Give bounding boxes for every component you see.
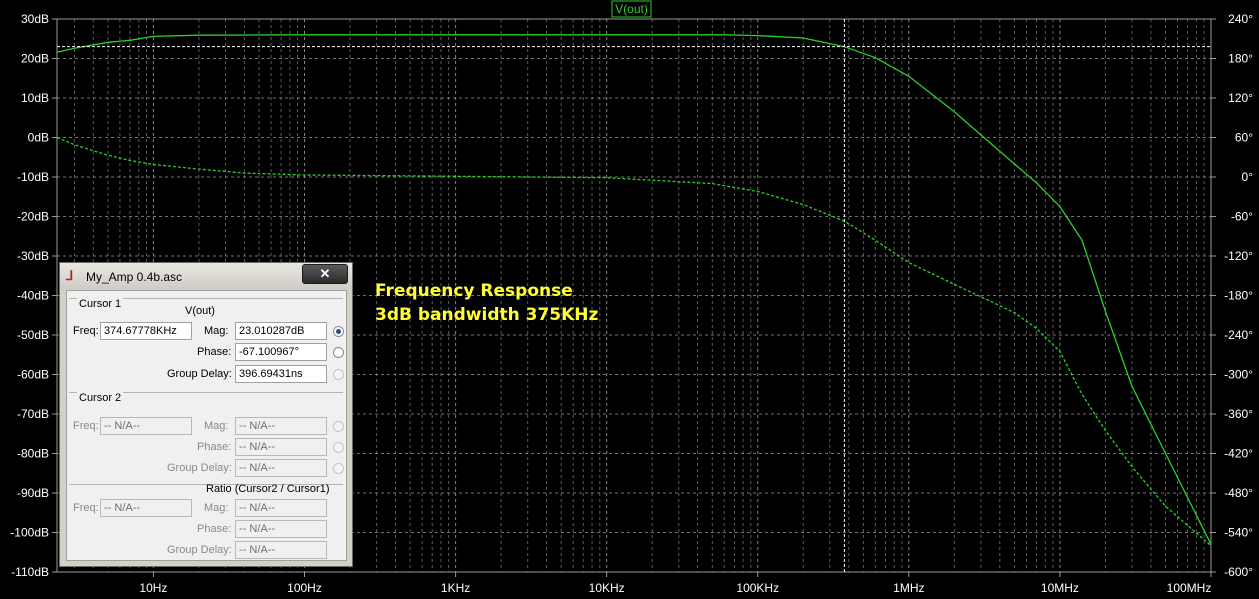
- ratio-freq-field[interactable]: -- N/A--: [100, 499, 192, 517]
- annotation: Frequency Response 3dB bandwidth 375KHz: [375, 279, 598, 327]
- y2-tick-label: -240°: [1224, 328, 1253, 342]
- y2-tick-label: -60°: [1231, 210, 1253, 224]
- x-tick-label: 100MHz: [1167, 581, 1212, 595]
- y-tick-label: -110dB: [11, 565, 49, 579]
- cursor2-phase-field[interactable]: -- N/A--: [235, 438, 327, 456]
- y-tick-label: -100dB: [10, 526, 49, 540]
- close-button[interactable]: ✕: [302, 264, 348, 284]
- y-tick-label: -50dB: [17, 328, 49, 342]
- y-tick-label: 20dB: [21, 52, 49, 66]
- cursor1-phase-field[interactable]: -67.100967°: [235, 343, 327, 361]
- cursor1-mag-radio[interactable]: [333, 326, 344, 337]
- ltspice-icon: ⅃: [66, 268, 74, 283]
- cursor1-group-label: Cursor 1: [77, 298, 124, 310]
- annotation-line-1: Frequency Response: [375, 281, 573, 301]
- y-tick-label: -20dB: [17, 210, 49, 224]
- cursor2-gd-field[interactable]: -- N/A--: [235, 459, 327, 477]
- cursor-window-titlebar[interactable]: ⅃ My_Amp 0.4b.asc ✕: [60, 263, 352, 289]
- cursor-window-title: My_Amp 0.4b.asc: [86, 270, 183, 284]
- y2-tick-label: -360°: [1224, 407, 1253, 421]
- y-tick-label: -30dB: [17, 249, 49, 263]
- y2-tick-label: -600°: [1224, 565, 1253, 579]
- y2-tick-label: 180°: [1228, 52, 1253, 66]
- x-tick-label: 100Hz: [287, 581, 322, 595]
- cursor1-mag-field[interactable]: 23.010287dB: [235, 322, 327, 340]
- annotation-line-2: 3dB bandwidth 375KHz: [375, 305, 599, 325]
- y2-tick-label: 0°: [1242, 170, 1254, 184]
- cursor1-gd-label: Group Delay:: [167, 368, 232, 380]
- y2-tick-label: -300°: [1224, 368, 1253, 382]
- cursor2-phase-label: Phase:: [197, 441, 232, 453]
- x-tick-label: 1MHz: [893, 581, 924, 595]
- y2-tick-label: -120°: [1224, 249, 1253, 263]
- y2-tick-label: -480°: [1224, 486, 1253, 500]
- y2-tick-label: 60°: [1235, 131, 1253, 145]
- y-tick-label: -60dB: [17, 368, 49, 382]
- cursor1-freq-label: Freq:: [73, 325, 99, 337]
- y-tick-label: -80dB: [17, 447, 49, 461]
- x-tick-label: 100KHz: [736, 581, 779, 595]
- ratio-mag-field[interactable]: -- N/A--: [235, 499, 327, 517]
- x-tick-label: 10MHz: [1041, 581, 1079, 595]
- ratio-group-label: Ratio (Cursor2 / Cursor1): [206, 483, 330, 495]
- cursor2-gd-label: Group Delay:: [167, 462, 232, 474]
- cursor1-phase-label: Phase:: [197, 346, 232, 358]
- y2-tick-label: 240°: [1228, 12, 1253, 26]
- ratio-phase-field[interactable]: -- N/A--: [235, 520, 327, 538]
- y-tick-label: -10dB: [17, 170, 49, 184]
- y-tick-label: 0dB: [28, 131, 49, 145]
- ratio-gd-label: Group Delay:: [167, 544, 232, 556]
- cursor2-freq-field[interactable]: -- N/A--: [100, 417, 192, 435]
- cursor2-freq-label: Freq:: [73, 420, 99, 432]
- y-tick-label: -90dB: [17, 486, 49, 500]
- ratio-freq-label: Freq:: [73, 502, 99, 514]
- cursor1-mag-label: Mag:: [204, 325, 229, 337]
- x-tick-label: 10KHz: [589, 581, 625, 595]
- cursor2-gd-radio[interactable]: [333, 463, 344, 474]
- trace-label[interactable]: V(out): [611, 0, 652, 18]
- cursor2-group-label: Cursor 2: [77, 392, 124, 404]
- cursor2-mag-radio[interactable]: [333, 421, 344, 432]
- y2-tick-label: -540°: [1224, 526, 1253, 540]
- y2-tick-label: -180°: [1224, 289, 1253, 303]
- cursor1-gd-radio[interactable]: [333, 369, 344, 380]
- cursor1-gd-field[interactable]: 396.69431ns: [235, 365, 327, 383]
- cursor1-freq-field[interactable]: 374.67778KHz: [100, 322, 192, 340]
- cursor-window[interactable]: ⅃ My_Amp 0.4b.asc ✕ Cursor 1 V(out) Freq…: [59, 262, 353, 567]
- y2-tick-label: 120°: [1228, 91, 1253, 105]
- ratio-gd-field[interactable]: -- N/A--: [235, 541, 327, 559]
- cursor-window-body: Cursor 1 V(out) Freq: 374.67778KHz Mag: …: [66, 290, 347, 561]
- cursor1-phase-radio[interactable]: [333, 347, 344, 358]
- x-tick-label: 10Hz: [139, 581, 167, 595]
- cursor2-phase-radio[interactable]: [333, 442, 344, 453]
- trace-label-text: V(out): [615, 2, 648, 16]
- y-tick-label: 30dB: [21, 12, 49, 26]
- y-tick-label: -40dB: [17, 289, 49, 303]
- y-tick-label: 10dB: [21, 91, 49, 105]
- cursor1-trace-name: V(out): [185, 305, 215, 317]
- ratio-phase-label: Phase:: [197, 523, 232, 535]
- cursor2-mag-label: Mag:: [204, 420, 229, 432]
- y-tick-label: -70dB: [17, 407, 49, 421]
- x-tick-label: 1KHz: [441, 581, 470, 595]
- ratio-mag-label: Mag:: [204, 502, 229, 514]
- y2-tick-label: -420°: [1224, 447, 1253, 461]
- cursor2-mag-field[interactable]: -- N/A--: [235, 417, 327, 435]
